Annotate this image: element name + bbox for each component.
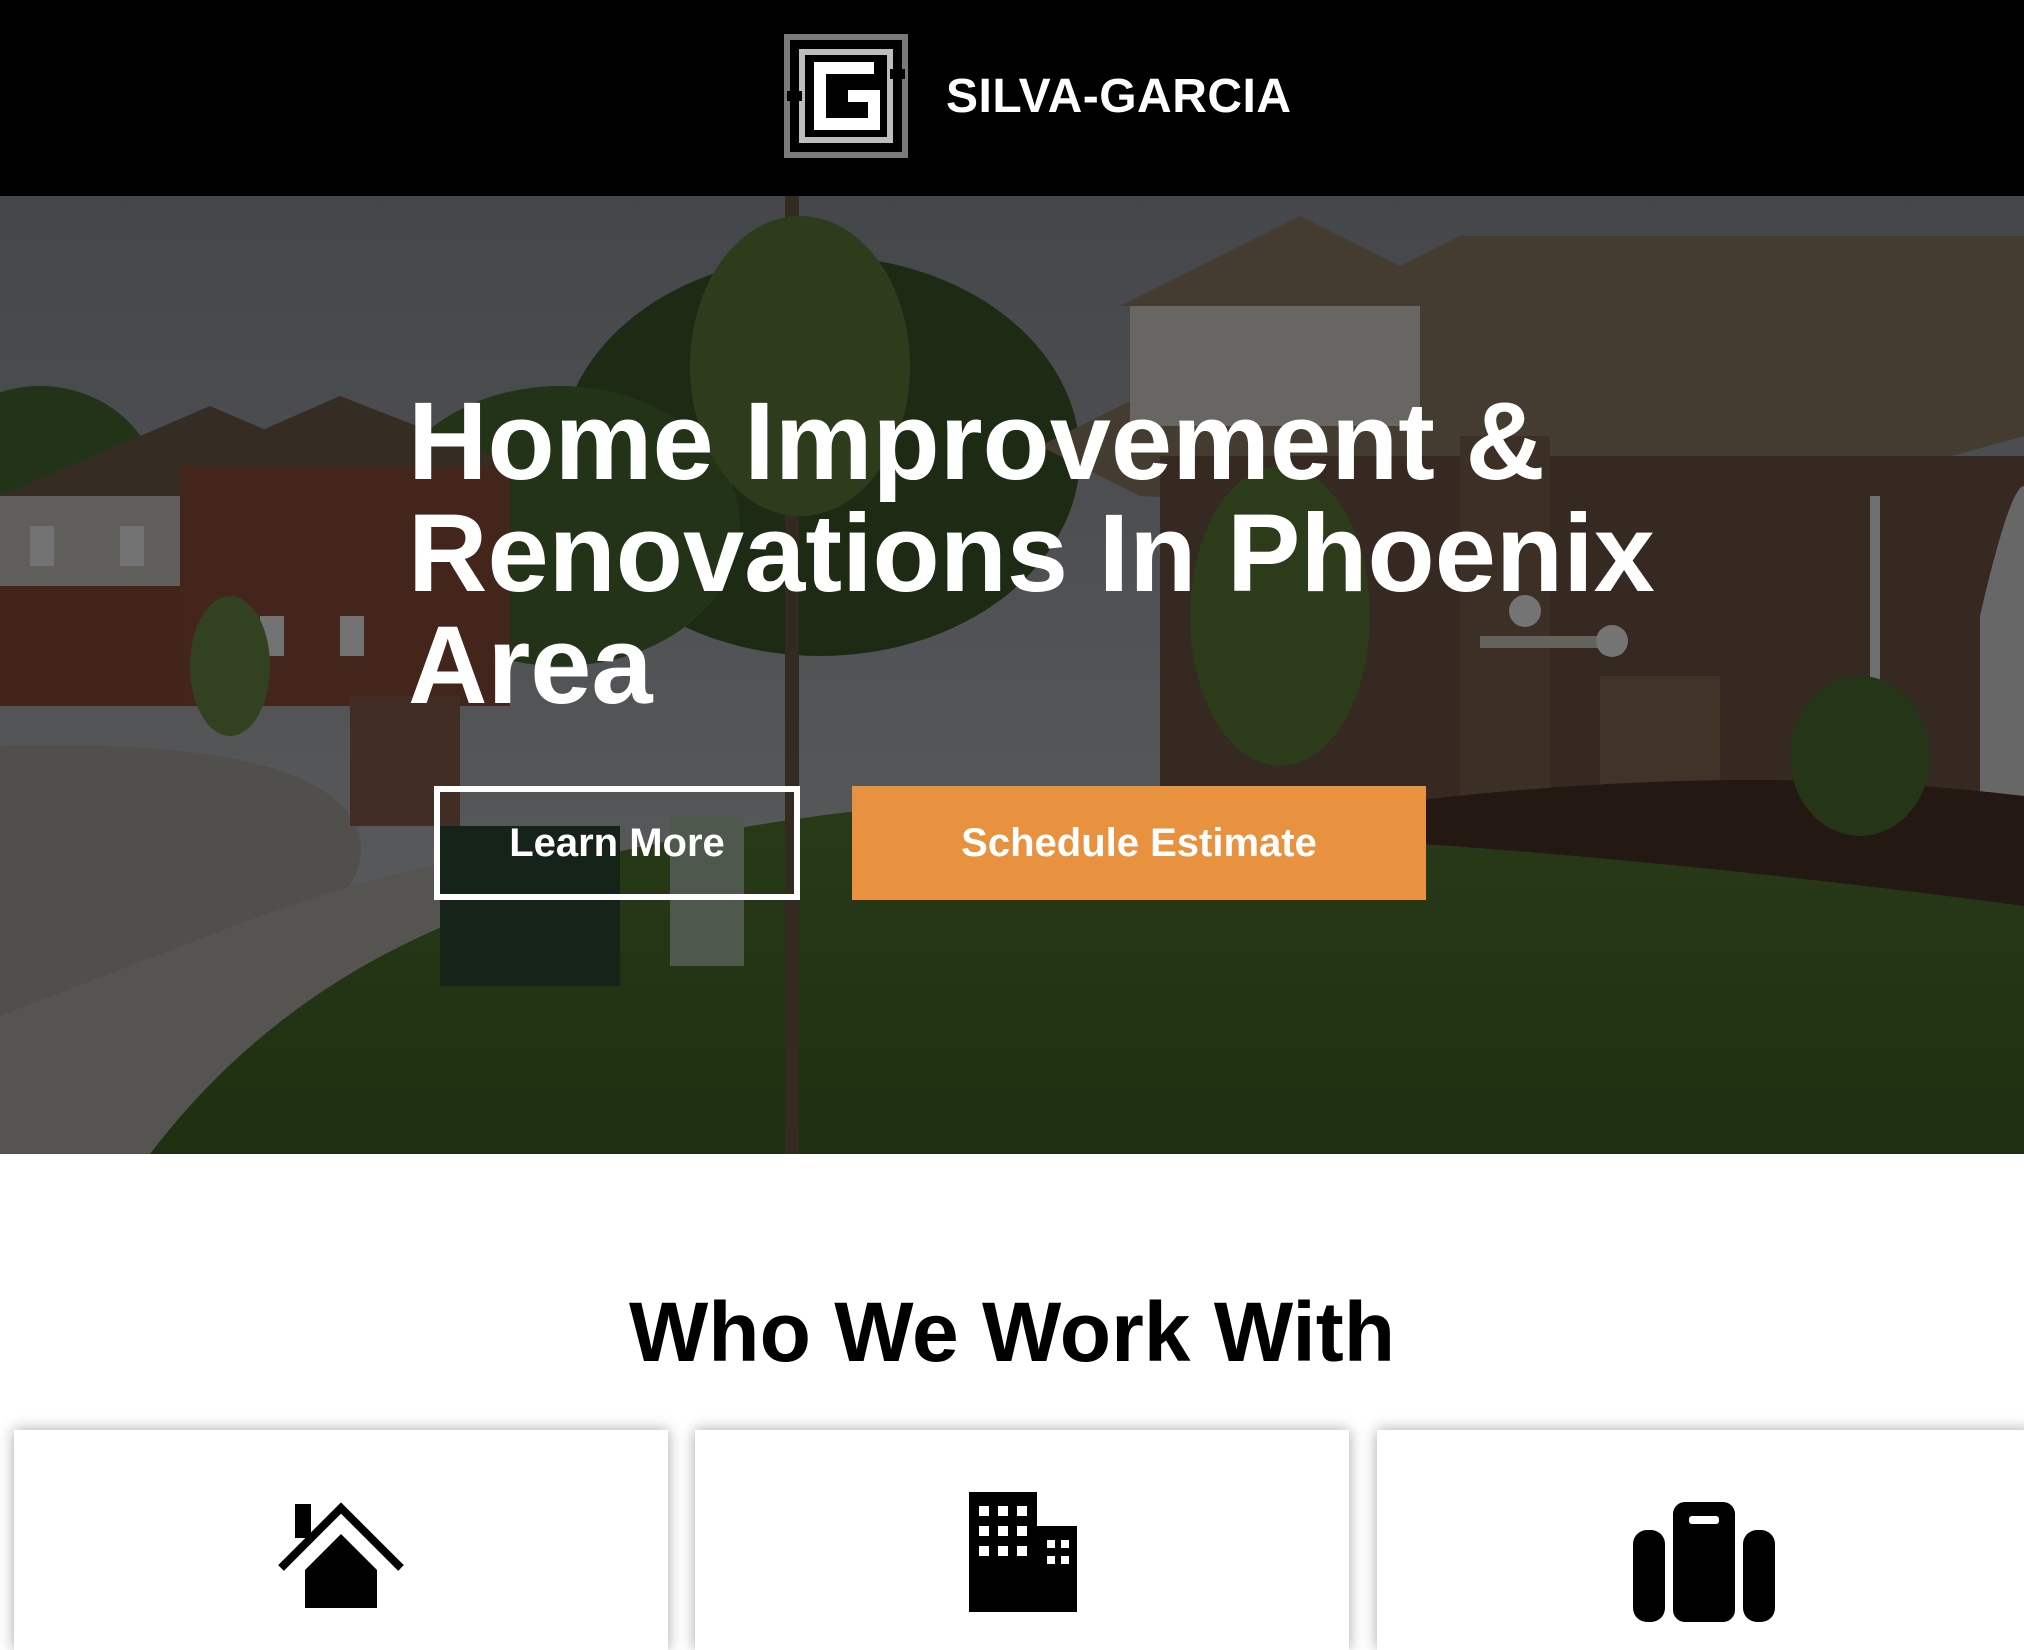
building-icon xyxy=(969,1492,1077,1612)
brand-link[interactable]: SILVA-GARCIA xyxy=(784,34,1292,158)
who-we-work-with-title: Who We Work With xyxy=(628,1285,1396,1379)
site-header: SILVA-GARCIA xyxy=(0,0,2024,196)
commercial-card[interactable] xyxy=(695,1430,1349,1650)
sg-monogram-logo-icon xyxy=(784,34,908,158)
luggage-icon xyxy=(1633,1502,1775,1622)
learn-more-button[interactable]: Learn More xyxy=(434,786,800,900)
property-management-card[interactable] xyxy=(1377,1430,2024,1650)
residential-card[interactable] xyxy=(14,1430,668,1650)
brand-name: SILVA-GARCIA xyxy=(946,69,1292,123)
schedule-estimate-button[interactable]: Schedule Estimate xyxy=(852,786,1426,900)
hero-section: Home Improvement & Renovations In Phoeni… xyxy=(0,196,2024,1154)
hero-title: Home Improvement & Renovations In Phoeni… xyxy=(408,380,1655,727)
house-icon xyxy=(278,1502,404,1608)
